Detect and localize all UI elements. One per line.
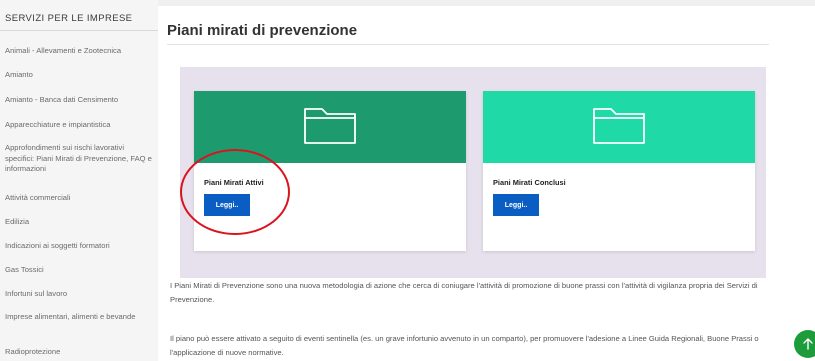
card-piani-attivi: Piani Mirati Attivi Leggi.. — [194, 91, 466, 251]
card-header — [194, 91, 466, 163]
top-bar — [158, 0, 815, 6]
sidebar-header: SERVIZI PER LE IMPRESE — [5, 13, 133, 24]
sidebar-item-approfondimenti[interactable]: Approfondimenti sui rischi lavorativi sp… — [5, 143, 155, 175]
card-title: Piani Mirati Conclusi — [493, 178, 566, 187]
sidebar-item-soggetti-formatori[interactable]: Indicazioni ai soggetti formatori — [5, 241, 155, 252]
sidebar-item-infortuni[interactable]: Infortuni sul lavoro — [5, 289, 155, 300]
folder-icon — [302, 104, 358, 150]
card-title: Piani Mirati Attivi — [204, 178, 264, 187]
card-header — [483, 91, 755, 163]
page-title: Piani mirati di prevenzione — [167, 22, 358, 39]
sidebar-item-imprese-alimentari[interactable]: Imprese alimentari, alimenti e bevande — [5, 312, 155, 323]
sidebar: SERVIZI PER LE IMPRESE Animali - Allevam… — [0, 0, 158, 361]
sidebar-item-radioprotezione[interactable]: Radioprotezione — [5, 347, 155, 358]
sidebar-item-gas-tossici[interactable]: Gas Tossici — [5, 265, 155, 276]
card-piani-conclusi: Piani Mirati Conclusi Leggi.. — [483, 91, 755, 251]
read-button[interactable]: Leggi.. — [204, 194, 250, 216]
title-divider — [167, 44, 769, 45]
sidebar-item-edilizia[interactable]: Edilizia — [5, 217, 155, 228]
sidebar-item-apparecchiature[interactable]: Apparecchiature e impiantistica — [5, 120, 155, 131]
folder-icon — [591, 104, 647, 150]
arrow-up-icon — [802, 335, 814, 354]
sidebar-item-amianto-banca-dati[interactable]: Amianto - Banca dati Censimento — [5, 95, 155, 106]
back-to-top-button[interactable] — [794, 330, 815, 358]
sidebar-item-attivita-commerciali[interactable]: Attività commerciali — [5, 193, 155, 204]
sidebar-item-amianto[interactable]: Amianto — [5, 70, 155, 81]
description-paragraph: I Piani Mirati di Prevenzione sono una n… — [170, 281, 758, 304]
description-paragraph: Il piano può essere attivato a seguito d… — [170, 334, 759, 357]
sidebar-divider — [0, 30, 158, 31]
read-button[interactable]: Leggi.. — [493, 194, 539, 216]
sidebar-item-animali[interactable]: Animali - Allevamenti e Zootecnica — [5, 46, 155, 57]
